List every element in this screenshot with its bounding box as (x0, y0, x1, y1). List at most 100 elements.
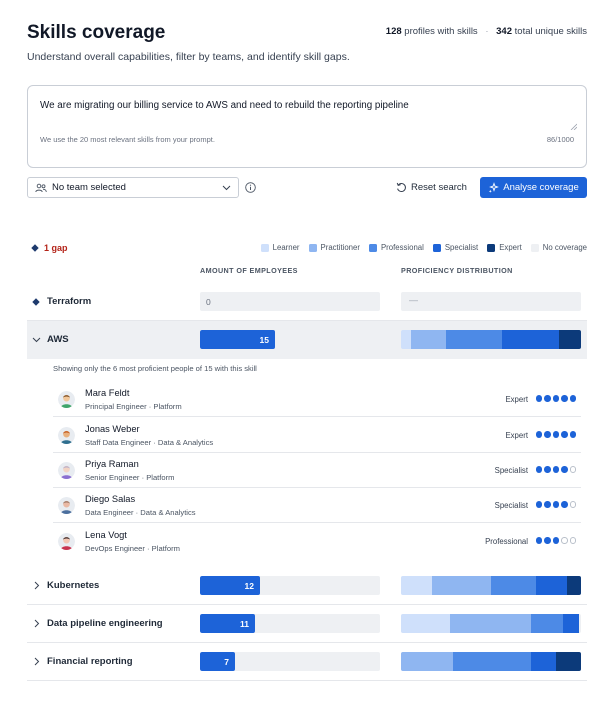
legend-item-practitioner: Practitioner (308, 243, 360, 252)
proficiency-dot (544, 431, 551, 438)
distribution-segment-learner (401, 614, 450, 633)
proficiency-dot (552, 431, 559, 438)
summary-stats: 128 profiles with skills · 342 total uni… (386, 26, 587, 37)
skill-row-financial-reporting[interactable]: Financial reporting 7 (27, 643, 587, 681)
person-name: Mara Feldt (85, 388, 130, 398)
proficiency-distribution-bar (401, 652, 581, 671)
chevron-right-icon[interactable] (34, 581, 40, 590)
reset-icon (396, 182, 406, 193)
chevron-down-icon[interactable] (32, 337, 41, 343)
distribution-segment-expert (555, 652, 581, 671)
proficiency-dot (561, 501, 568, 508)
proficiency-distribution-bar (401, 330, 581, 349)
proficiency-dot (561, 395, 568, 402)
proficiency-dot (535, 537, 542, 544)
distribution-segment-specialist (562, 614, 580, 633)
proficiency-level: Specialist (494, 466, 528, 475)
person-name: Lena Vogt (85, 530, 127, 540)
proficiency-dots (534, 537, 576, 544)
reset-search-button[interactable]: Reset search (396, 177, 467, 198)
distribution-segment-practitioner (401, 652, 454, 671)
distribution-segment-expert (558, 330, 581, 349)
skill-name: Financial reporting (47, 656, 133, 667)
skill-row-kubernetes[interactable]: Kubernetes 12 (27, 567, 587, 605)
skills-label: total unique skills (514, 26, 587, 37)
person-row[interactable]: Priya Raman Senior Engineer · Platform Spe… (53, 453, 581, 488)
skill-name: Kubernetes (47, 580, 100, 591)
prompt-char-count: 86/1000 (546, 135, 574, 144)
person-name: Priya Raman (85, 459, 139, 469)
skill-row-terraform[interactable]: Terraform 0 — (27, 283, 587, 321)
proficiency-legend: Learner Practitioner Professional Specialis… (252, 243, 587, 252)
employee-count-value: 15 (259, 335, 269, 345)
avatar (58, 533, 75, 550)
gap-diamond-icon (31, 244, 39, 252)
skill-row-data-pipeline-engineering[interactable]: Data pipeline engineering 11 (27, 605, 587, 643)
chevron-right-icon[interactable] (34, 657, 40, 666)
employee-count-bar: 0 (200, 292, 380, 311)
no-coverage-dash: — (409, 295, 418, 305)
legend-label: Learner (272, 243, 300, 252)
chevron-right-icon[interactable] (34, 619, 40, 628)
chevron-down-icon (222, 185, 231, 190)
proficiency-dots (534, 466, 576, 473)
legend-label: Professional (380, 243, 424, 252)
proficiency-dot (544, 537, 551, 544)
legend-label: No coverage (542, 243, 587, 252)
legend-swatch (487, 243, 496, 252)
page-subtitle: Understand overall capabilities, filter … (27, 51, 350, 63)
proficiency-dot (569, 537, 576, 544)
prompt-value: We are migrating our billing service to … (40, 100, 409, 111)
proficiency-dot (535, 466, 542, 473)
employee-count-bar: 15 (200, 330, 380, 349)
reset-search-label: Reset search (411, 182, 467, 193)
sparkle-icon (489, 182, 500, 193)
analyse-coverage-button[interactable]: Analyse coverage (480, 177, 587, 198)
legend-swatch (368, 243, 377, 252)
legend-label: Specialist (444, 243, 479, 252)
person-role: DevOps Engineer · Platform (85, 544, 180, 553)
proficiency-level: Expert (505, 395, 528, 404)
person-role: Senior Engineer · Platform (85, 473, 175, 482)
gap-count-label: 1 gap (44, 243, 68, 253)
proficiency-dot (569, 466, 576, 473)
prompt-help-text: We use the 20 most relevant skills from … (40, 135, 215, 144)
aws-detail-note: Showing only the 6 most proficient peopl… (53, 364, 257, 373)
proficiency-distribution-bar (401, 614, 581, 633)
resize-handle-icon[interactable] (570, 123, 577, 130)
avatar (58, 391, 75, 408)
employee-count-bar: 11 (200, 614, 380, 633)
profiles-count: 128 (385, 26, 402, 37)
page-header: Skills coverage 128 profiles with skills… (27, 22, 587, 63)
skill-name: Terraform (47, 296, 92, 307)
distribution-segment-practitioner (411, 330, 446, 349)
employee-count-value: 11 (240, 619, 249, 629)
distribution-segment-specialist (535, 576, 567, 595)
person-row[interactable]: Mara Feldt Principal Engineer · Platform E… (53, 382, 581, 417)
employee-count-bar: 7 (200, 652, 380, 671)
legend-swatch (260, 243, 269, 252)
distribution-segment-specialist (502, 330, 559, 349)
person-row[interactable]: Diego Salas Data Engineer · Data & Analyt… (53, 488, 581, 523)
info-icon[interactable] (245, 182, 256, 193)
person-name: Diego Salas (85, 494, 136, 504)
legend-label: Practitioner (320, 243, 360, 252)
skill-row-aws[interactable]: AWS 15 (27, 321, 587, 359)
person-role: Principal Engineer · Platform (85, 402, 182, 411)
avatar (58, 497, 75, 514)
person-row[interactable]: Lena Vogt DevOps Engineer · Platform Profe… (53, 524, 581, 559)
person-row[interactable]: Jonas Weber Staff Data Engineer · Data & … (53, 418, 581, 453)
skill-name: AWS (47, 334, 69, 345)
prompt-textarea[interactable]: We are migrating our billing service to … (27, 85, 587, 168)
distribution-segment-practitioner (431, 576, 491, 595)
team-select[interactable]: No team selected (27, 177, 239, 198)
proficiency-dot (561, 466, 568, 473)
legend-swatch (530, 243, 539, 252)
legend-swatch (432, 243, 441, 252)
proficiency-distribution-bar (401, 576, 581, 595)
employee-count-value: 12 (244, 581, 254, 591)
team-select-value: No team selected (52, 182, 126, 193)
distribution-segment-professional (530, 614, 563, 633)
avatar (58, 462, 75, 479)
distribution-segment-professional (490, 576, 536, 595)
